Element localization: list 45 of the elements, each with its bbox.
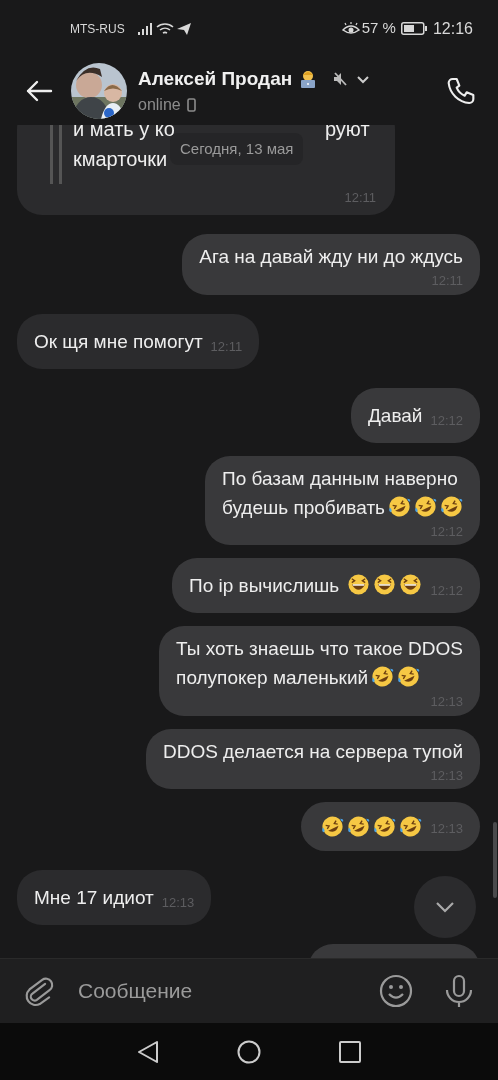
rolling-laughing-face-icon bbox=[321, 815, 345, 838]
rolling-laughing-face-icon bbox=[373, 815, 397, 838]
message-text: Ага на давай жду ни до ждусь bbox=[199, 245, 463, 269]
message-text: По базам данным наверно будешь пробивать bbox=[222, 463, 463, 522]
clock-time: 12:16 bbox=[432, 18, 473, 39]
chevron-down-icon[interactable] bbox=[356, 74, 371, 84]
message-composer[interactable]: Сообщение bbox=[0, 958, 498, 1023]
laughing-face-icon bbox=[399, 573, 423, 596]
rolling-laughing-face-icon bbox=[414, 494, 437, 518]
carrier-name: MTS-RUS bbox=[70, 20, 125, 38]
nav-home-icon[interactable] bbox=[237, 1039, 261, 1064]
message-text: Ты хоть знаешь что такое DDOS полупокер маленький bbox=[176, 637, 463, 690]
rolling-laughing-face-icon bbox=[371, 665, 395, 688]
status-text: online bbox=[138, 95, 181, 116]
quote-bar bbox=[50, 125, 64, 184]
message-text: DDOS делается на сервера тупой bbox=[162, 739, 463, 764]
smiley-icon[interactable] bbox=[379, 974, 413, 1008]
rolling-laughing-face-icon bbox=[440, 494, 463, 518]
rolling-laughing-face-icon bbox=[397, 665, 421, 688]
message-text: руют bbox=[324, 125, 370, 142]
nav-back-icon[interactable] bbox=[137, 1039, 159, 1064]
signal-icon bbox=[136, 21, 153, 36]
scrollbar[interactable] bbox=[493, 822, 497, 898]
paper-plane-icon bbox=[175, 21, 192, 36]
eye-icon bbox=[341, 21, 360, 36]
message-text: Давай bbox=[367, 403, 423, 428]
battery-icon bbox=[400, 22, 427, 35]
rolling-laughing-face-icon bbox=[388, 494, 411, 518]
laughing-face-icon bbox=[373, 573, 397, 596]
wifi-icon bbox=[155, 21, 174, 36]
laughing-face-icon bbox=[347, 573, 371, 596]
message-text: Мне 17 идиот bbox=[34, 886, 154, 910]
battery-percent: 57 % bbox=[361, 18, 396, 39]
phone-icon bbox=[186, 98, 196, 113]
nav-recents-icon[interactable] bbox=[339, 1040, 361, 1063]
chevron-down-icon bbox=[435, 901, 455, 913]
message-input[interactable]: Сообщение bbox=[78, 975, 379, 1007]
contact-name: Алексей Продан bbox=[138, 66, 293, 91]
message-text: Ок щя мне помогут bbox=[34, 329, 203, 354]
microphone-icon[interactable] bbox=[444, 974, 474, 1008]
back-arrow-icon[interactable] bbox=[25, 80, 53, 102]
message-text: кмарточки bbox=[73, 146, 168, 172]
rolling-laughing-face-icon bbox=[399, 815, 423, 838]
message-text: По ip вычислишь bbox=[189, 571, 423, 600]
rolling-laughing-face-icon bbox=[347, 815, 371, 838]
